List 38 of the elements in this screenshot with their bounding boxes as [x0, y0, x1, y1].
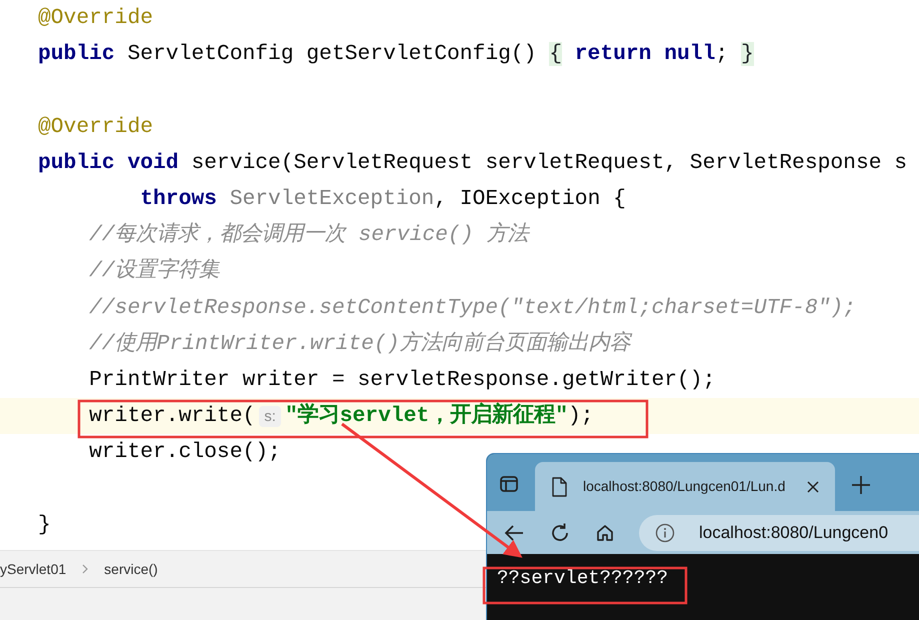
code-text: }: [38, 512, 51, 537]
document-icon: [551, 476, 567, 496]
code-comment: //使用PrintWriter.write()方法向前台页面输出内容: [89, 332, 631, 356]
code-comment: //每次请求，都会调用一次 service() 方法: [89, 223, 528, 248]
code-text: , IOException {: [434, 186, 626, 211]
keyword: public: [38, 42, 115, 66]
code-comment: //设置字符集: [89, 259, 220, 284]
breadcrumb-item[interactable]: service(): [104, 558, 158, 580]
sidebar-icon[interactable]: [499, 474, 519, 494]
address-bar[interactable]: localhost:8080/Lungcen0: [639, 514, 919, 550]
code-text: ServletConfig getServletConfig(): [126, 42, 538, 66]
parameter-hint: s:: [259, 406, 281, 428]
code-text: writer.write(: [89, 404, 256, 428]
refresh-icon[interactable]: [549, 522, 571, 544]
annotation: @Override: [38, 114, 154, 139]
code-text: );: [568, 404, 594, 428]
keyword: throws: [140, 186, 217, 211]
string-literal: "学习servlet，开启新征程": [284, 404, 568, 428]
code-text: ;: [715, 42, 730, 66]
home-icon[interactable]: [595, 522, 615, 542]
page-text: ??servlet??????: [497, 567, 668, 589]
type-name: ServletException: [228, 186, 434, 211]
code-comment: //servletResponse.setContentType("text/html;charset=UTF-8");: [89, 296, 856, 320]
new-tab-icon[interactable]: [851, 475, 871, 495]
breadcrumb-item[interactable]: yServlet01: [0, 558, 66, 580]
close-icon[interactable]: [807, 480, 819, 492]
browser-tab[interactable]: localhost:8080/Lungcen01/Lun.d: [535, 462, 835, 511]
code-text: PrintWriter writer = servletResponse.getWriter();: [89, 368, 716, 392]
code-text: service(ServletRequest servletRequest, ServletResponse s: [190, 150, 908, 175]
folded-brace: }: [740, 42, 754, 66]
keyword: public void: [38, 150, 179, 175]
keyword: return null: [574, 42, 716, 66]
chevron-icon: [82, 564, 88, 574]
info-icon: [655, 522, 675, 542]
code-text: writer.close();: [89, 440, 281, 464]
folded-brace: {: [549, 42, 562, 66]
annotation: @Override: [38, 6, 154, 30]
back-icon[interactable]: [503, 522, 525, 542]
